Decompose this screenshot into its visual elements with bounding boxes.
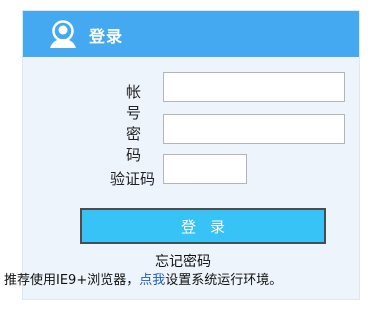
account-input[interactable]	[163, 72, 345, 102]
settings-link[interactable]: 点我	[139, 273, 165, 288]
captcha-label: 验证码	[109, 170, 155, 188]
notice-suffix: 设置系统运行环境。	[165, 273, 283, 288]
user-icon	[47, 19, 79, 49]
captcha-input[interactable]	[163, 154, 247, 184]
password-label: 密码	[125, 125, 151, 164]
account-label: 帐号	[125, 83, 151, 122]
password-input[interactable]	[163, 114, 345, 144]
forgot-password-link[interactable]: 忘记密码	[155, 251, 211, 271]
login-header: 登录	[23, 11, 359, 57]
login-button[interactable]: 登录	[80, 208, 326, 244]
notice-prefix: 推荐使用IE9+浏览器，	[4, 273, 140, 288]
page-title: 登录	[89, 27, 124, 46]
browser-notice: 推荐使用IE9+浏览器，点我设置系统运行环境。	[4, 269, 282, 288]
login-panel: 登录 帐号 密码 验证码 登录 忘记密码	[22, 10, 360, 300]
